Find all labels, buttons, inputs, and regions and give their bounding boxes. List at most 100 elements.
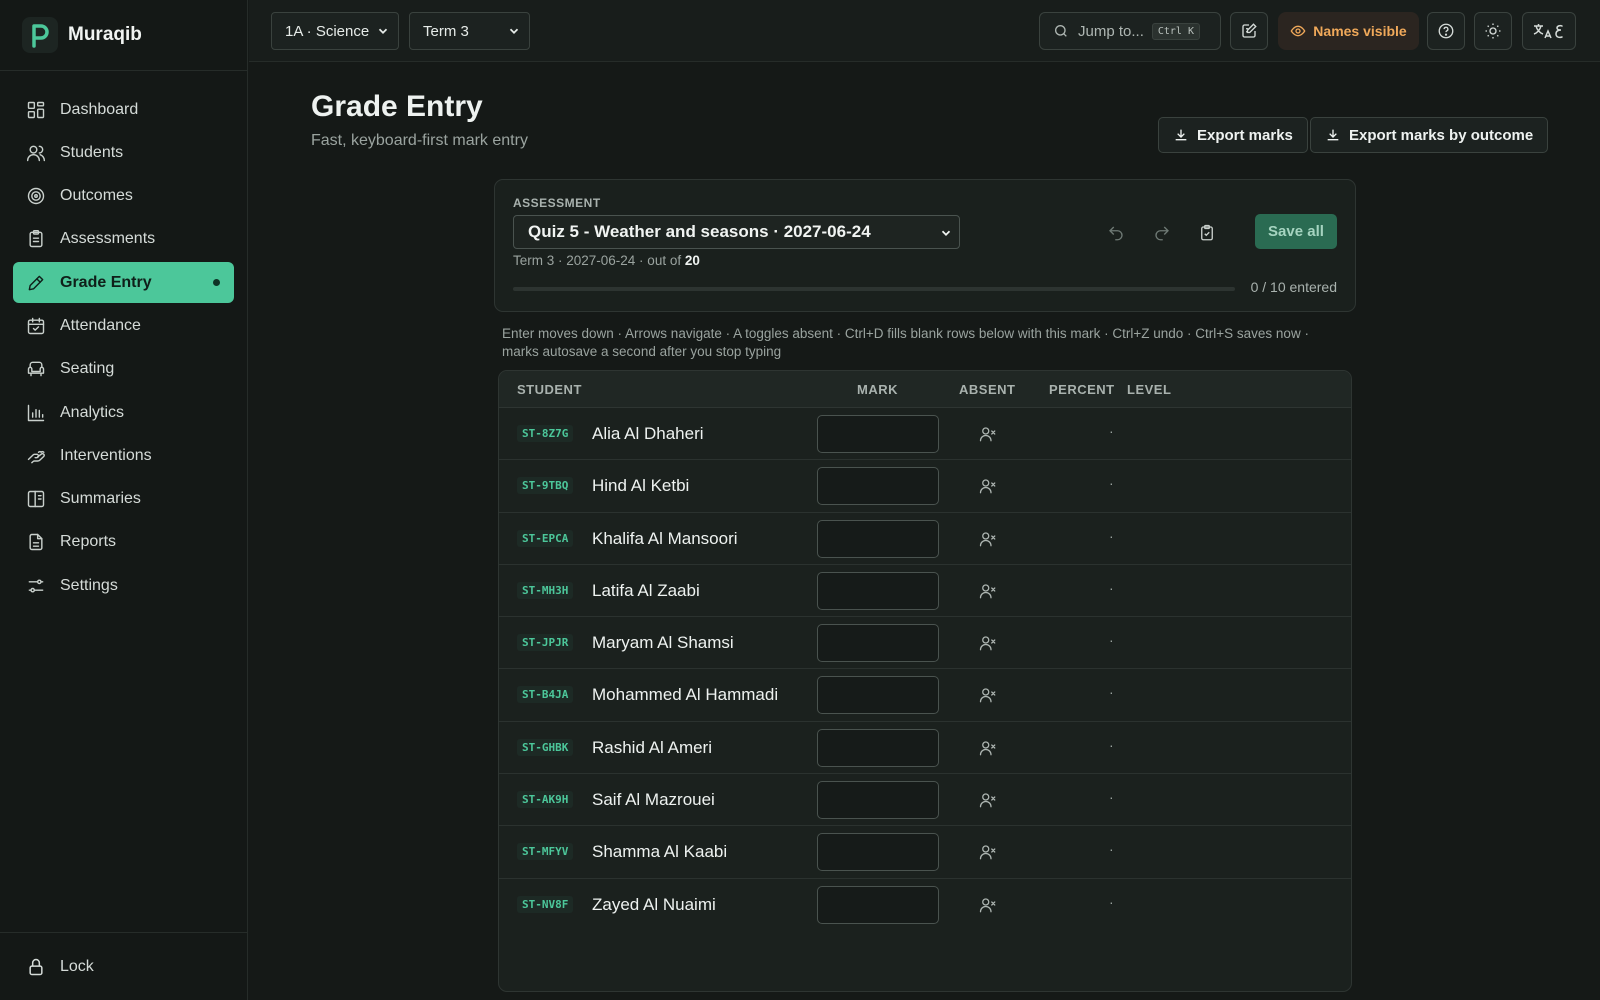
save-all-button[interactable]: Save all	[1255, 214, 1337, 249]
book-icon	[26, 489, 46, 509]
user-x-icon[interactable]	[979, 634, 997, 652]
shortcut-badge: Ctrl K	[1151, 22, 1200, 40]
sidebar-item-dashboard[interactable]: Dashboard	[13, 89, 234, 130]
armchair-icon	[26, 359, 46, 379]
language-toggle-button[interactable]	[1522, 12, 1576, 50]
user-x-icon[interactable]	[979, 477, 997, 495]
user-x-icon[interactable]	[979, 739, 997, 757]
sidebar-item-attendance[interactable]: Attendance	[13, 305, 234, 346]
mark-input[interactable]	[817, 467, 939, 506]
chevron-down-icon	[507, 24, 521, 42]
eye-icon	[1290, 23, 1306, 39]
file-text-icon	[26, 532, 46, 552]
sidebar-item-label: Attendance	[60, 316, 141, 334]
mark-input[interactable]	[817, 415, 939, 453]
logo-icon	[22, 17, 58, 53]
mark-input[interactable]	[817, 519, 939, 558]
sidebar-item-analytics[interactable]: Analytics	[13, 392, 234, 433]
export-by-outcome-button[interactable]: Export marks by outcome	[1310, 117, 1549, 153]
student-id-badge: ST-JPJR	[517, 634, 574, 652]
export-marks-label: Export marks	[1197, 126, 1293, 144]
percent-value: ·	[1109, 684, 1114, 701]
term-select[interactable]: Term 3	[409, 12, 530, 50]
sidebar-item-summaries[interactable]: Summaries	[13, 479, 234, 520]
brand[interactable]: Muraqib	[0, 0, 247, 71]
sidebar-item-label: Analytics	[60, 403, 125, 421]
student-name: Alia Al Dhaheri	[592, 424, 704, 443]
sliders-icon	[26, 576, 46, 596]
student-id-badge: ST-9TBQ	[517, 477, 574, 495]
student-name: Mohammed Al Hammadi	[592, 685, 779, 705]
table-row: ST-NV8F Zayed Al Nuaimi ·	[499, 879, 1351, 931]
clipboard-paste-icon[interactable]	[1198, 224, 1216, 242]
assessment-card: ASSESSMENT Quiz 5 - Weather and seasons …	[494, 179, 1356, 312]
sidebar-item-outcomes[interactable]: Outcomes	[13, 176, 234, 217]
user-x-icon[interactable]	[979, 896, 997, 914]
mark-input[interactable]	[817, 781, 939, 820]
redo-icon[interactable]	[1153, 224, 1171, 242]
class-select-value: 1A · Science	[285, 22, 370, 40]
sidebar-item-seating[interactable]: Seating	[13, 349, 234, 390]
export-marks-button[interactable]: Export marks	[1158, 117, 1308, 153]
mark-input[interactable]	[817, 624, 939, 663]
user-x-icon[interactable]	[979, 843, 997, 861]
student-name: Rashid Al Ameri	[592, 737, 712, 757]
user-x-icon[interactable]	[979, 686, 997, 704]
table-row: ST-MFYV Shamma Al Kaabi ·	[499, 826, 1351, 879]
percent-value: ·	[1109, 527, 1114, 544]
user-x-icon[interactable]	[979, 425, 997, 443]
assessment-label: ASSESSMENT	[513, 196, 601, 210]
student-id-badge: ST-GHBK	[517, 738, 574, 756]
jump-to-search[interactable]: Jump to... Ctrl K	[1039, 12, 1221, 50]
calendar-check-icon	[26, 316, 46, 336]
mark-input[interactable]	[817, 885, 939, 924]
help-button[interactable]	[1427, 12, 1465, 50]
translate-icon	[1532, 22, 1566, 40]
topbar: 1A · Science Term 3 Jump to... Ctrl K Na…	[249, 0, 1600, 62]
sidebar-item-reports[interactable]: Reports	[13, 522, 234, 563]
target-icon	[26, 186, 46, 206]
table-row: ST-EPCA Khalifa Al Mansoori ·	[499, 513, 1351, 565]
sidebar-item-interventions[interactable]: Interventions	[13, 435, 234, 476]
grade-table: STUDENT MARK ABSENT PERCENT LEVEL ST-8Z7…	[498, 370, 1352, 992]
sidebar-item-assessments[interactable]: Assessments	[13, 219, 234, 260]
student-name: Saif Al Mazrouei	[592, 790, 715, 810]
percent-value: ·	[1109, 893, 1114, 910]
class-select[interactable]: 1A · Science	[271, 12, 399, 50]
sidebar-item-grade-entry[interactable]: Grade Entry	[13, 262, 234, 304]
header-absent: ABSENT	[959, 382, 1016, 397]
percent-value: ·	[1109, 789, 1114, 806]
sidebar-item-label: Settings	[60, 576, 118, 594]
header-level: LEVEL	[1127, 382, 1172, 397]
theme-toggle-button[interactable]	[1474, 12, 1512, 50]
mark-input[interactable]	[817, 571, 939, 610]
sidebar-item-label: Grade Entry	[60, 273, 152, 291]
term-select-value: Term 3	[423, 22, 469, 40]
lock-button[interactable]: Lock	[0, 932, 247, 1000]
user-x-icon[interactable]	[979, 791, 997, 809]
mark-input[interactable]	[817, 728, 939, 767]
sidebar-item-label: Summaries	[60, 490, 141, 508]
pen-icon	[26, 273, 46, 293]
clipboard-icon	[26, 229, 46, 249]
mark-input[interactable]	[817, 833, 939, 872]
user-x-icon[interactable]	[979, 582, 997, 600]
lock-icon	[26, 957, 46, 977]
mark-input[interactable]	[817, 676, 939, 715]
undo-icon[interactable]	[1107, 224, 1125, 242]
assessment-select-value: Quiz 5 - Weather and seasons · 2027-06-2…	[528, 222, 871, 241]
assessment-select[interactable]: Quiz 5 - Weather and seasons · 2027-06-2…	[513, 215, 960, 249]
quick-note-button[interactable]	[1230, 12, 1268, 50]
user-x-icon[interactable]	[979, 530, 997, 548]
sidebar-item-label: Reports	[60, 533, 117, 551]
download-icon	[1173, 127, 1189, 143]
page-title: Grade Entry	[311, 90, 483, 123]
sidebar-item-students[interactable]: Students	[13, 132, 234, 173]
students-icon	[26, 143, 46, 163]
names-visible-toggle[interactable]: Names visible	[1278, 12, 1419, 50]
sidebar-item-settings[interactable]: Settings	[13, 565, 234, 606]
active-indicator	[213, 279, 220, 287]
table-body: ST-8Z7G Alia Al Dhaheri · ST-9TBQ Hind Al Ke…	[499, 408, 1351, 931]
export-by-outcome-label: Export marks by outcome	[1349, 126, 1534, 144]
jump-placeholder: Jump to...	[1078, 22, 1144, 40]
